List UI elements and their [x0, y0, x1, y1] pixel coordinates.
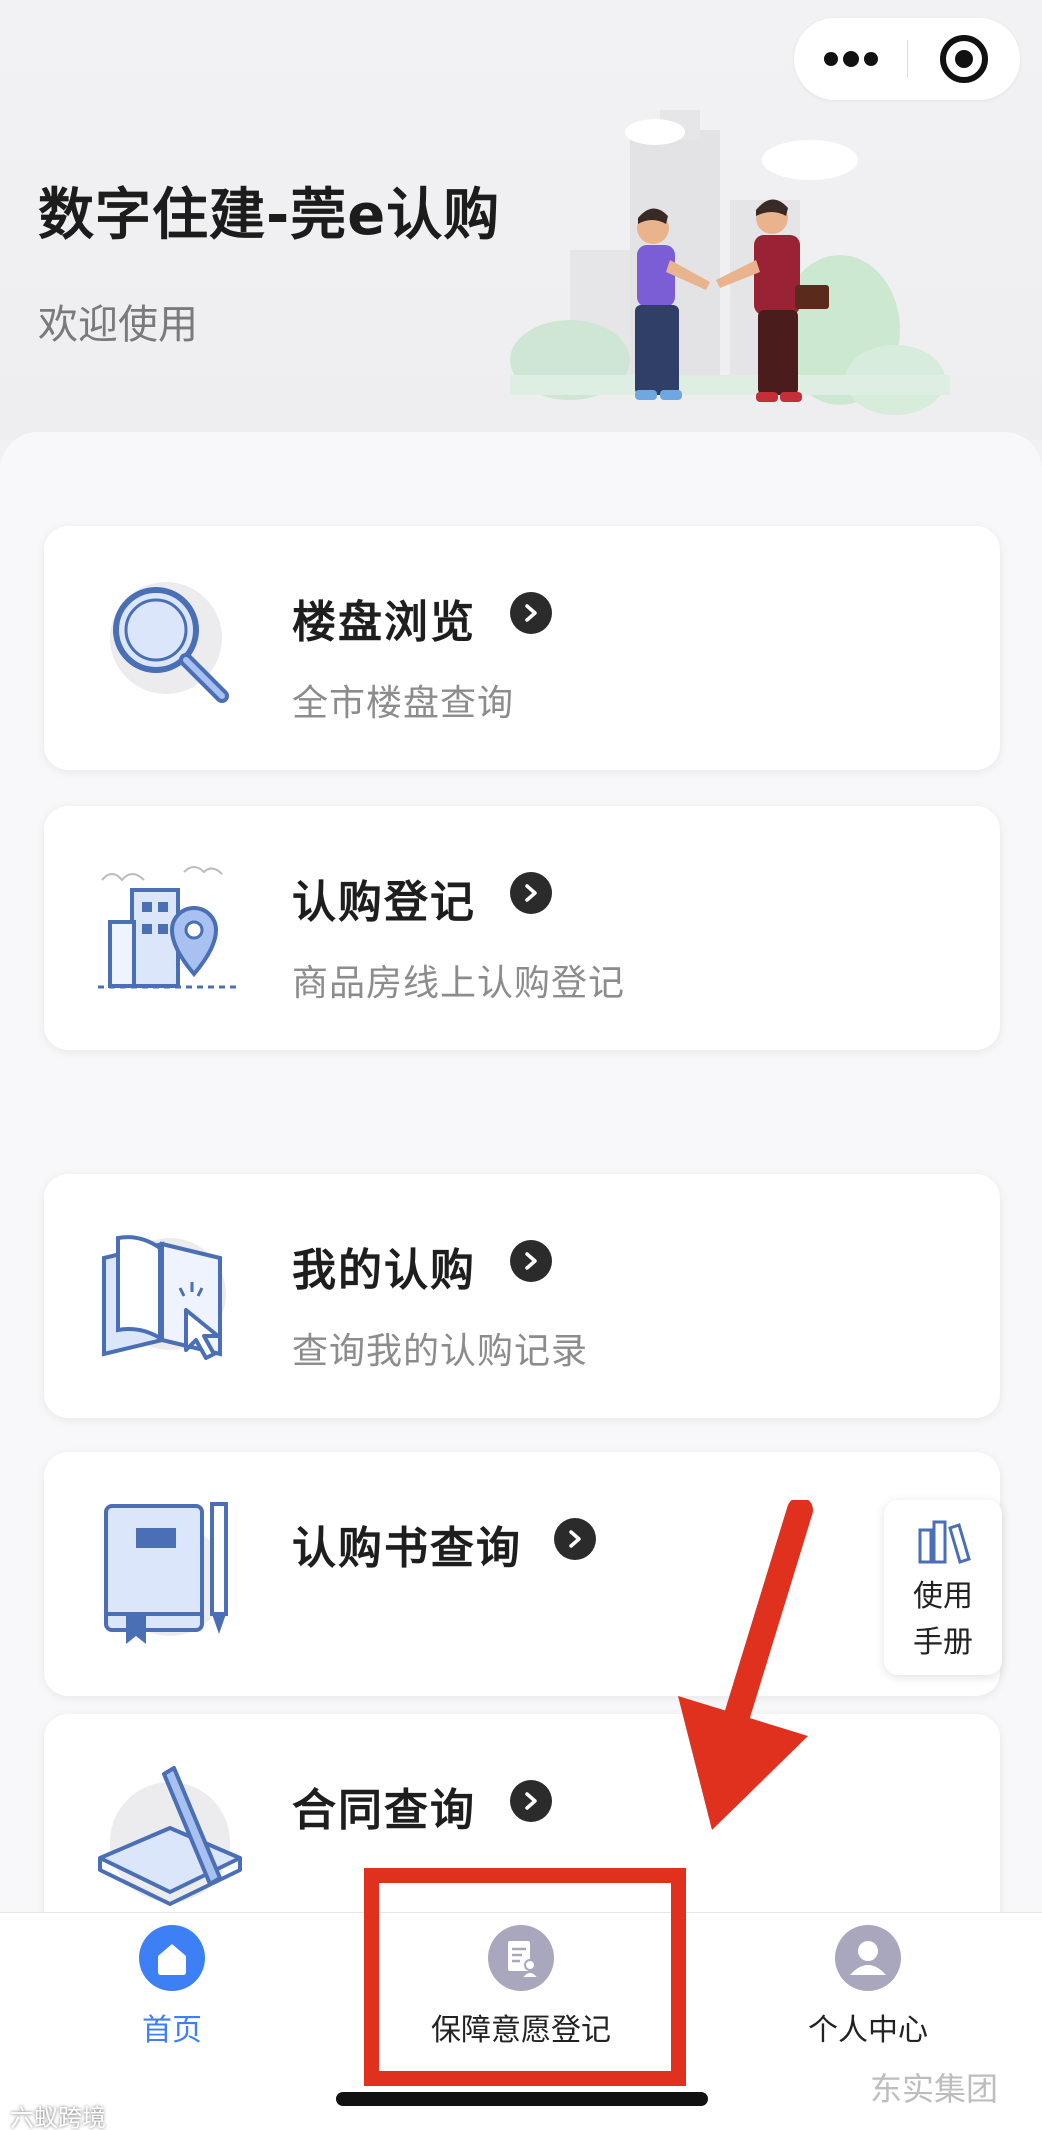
open-book-cursor-icon	[102, 1235, 226, 1360]
card-title: 合同查询	[292, 1785, 476, 1836]
magnifier-icon	[110, 582, 229, 703]
more-dots-icon[interactable]	[794, 18, 907, 100]
welcome-subtitle: 欢迎使用	[38, 302, 198, 348]
mini-program-capsule	[794, 18, 1020, 100]
tab-personal-center[interactable]: 个人中心	[743, 1913, 993, 2063]
user-icon	[835, 1925, 901, 1991]
target-circle-icon[interactable]	[907, 18, 1020, 100]
manual-label-line1: 使用	[913, 1579, 973, 1614]
card-subtitle: 全市楼盘查询	[292, 683, 515, 724]
tab-home[interactable]: 首页	[47, 1913, 297, 2063]
building-location-icon	[98, 866, 238, 989]
card-subtitle: 商品房线上认购登记	[292, 963, 626, 1004]
card-subscription-document-query[interactable]: 认购书查询	[44, 1452, 1000, 1696]
red-highlight-box	[364, 1868, 686, 2086]
red-annotation-arrow	[678, 1500, 813, 1830]
card-property-browse[interactable]: 楼盘浏览 全市楼盘查询	[44, 526, 1000, 770]
notebook-pencil-icon	[104, 1502, 228, 1644]
contract-pen-icon	[98, 1766, 242, 1906]
chevron-right-icon	[510, 592, 552, 634]
card-subscription-register[interactable]: 认购登记 商品房线上认购登记	[44, 806, 1000, 1050]
card-my-subscriptions[interactable]: 我的认购 查询我的认购记录	[44, 1174, 1000, 1418]
tab-label: 首页	[142, 2013, 202, 2048]
watermark-left: 六蚁跨境	[10, 2104, 106, 2130]
header: 数字住建-莞e认购 欢迎使用	[0, 0, 1042, 440]
watermark-right: 东实集团	[870, 2070, 999, 2108]
handshake-illustration	[510, 110, 950, 415]
page-title: 数字住建-莞e认购	[38, 183, 501, 248]
manual-label: 使用 手册	[884, 1574, 1002, 1666]
chevron-right-icon	[510, 1240, 552, 1282]
home-indicator	[336, 2092, 708, 2106]
user-manual-button[interactable]: 使用 手册	[884, 1500, 1002, 1675]
card-title: 认购书查询	[292, 1523, 522, 1574]
card-title: 楼盘浏览	[292, 597, 476, 648]
home-icon	[139, 1925, 205, 1991]
card-subtitle: 查询我的认购记录	[292, 1331, 589, 1372]
chevron-right-icon	[510, 1780, 552, 1822]
card-title: 认购登记	[292, 877, 476, 928]
books-icon	[918, 1520, 971, 1564]
chevron-right-icon	[510, 872, 552, 914]
manual-label-line2: 手册	[913, 1625, 973, 1660]
chevron-right-icon	[554, 1518, 596, 1560]
tab-label: 个人中心	[808, 2013, 928, 2048]
card-title: 我的认购	[292, 1245, 476, 1296]
